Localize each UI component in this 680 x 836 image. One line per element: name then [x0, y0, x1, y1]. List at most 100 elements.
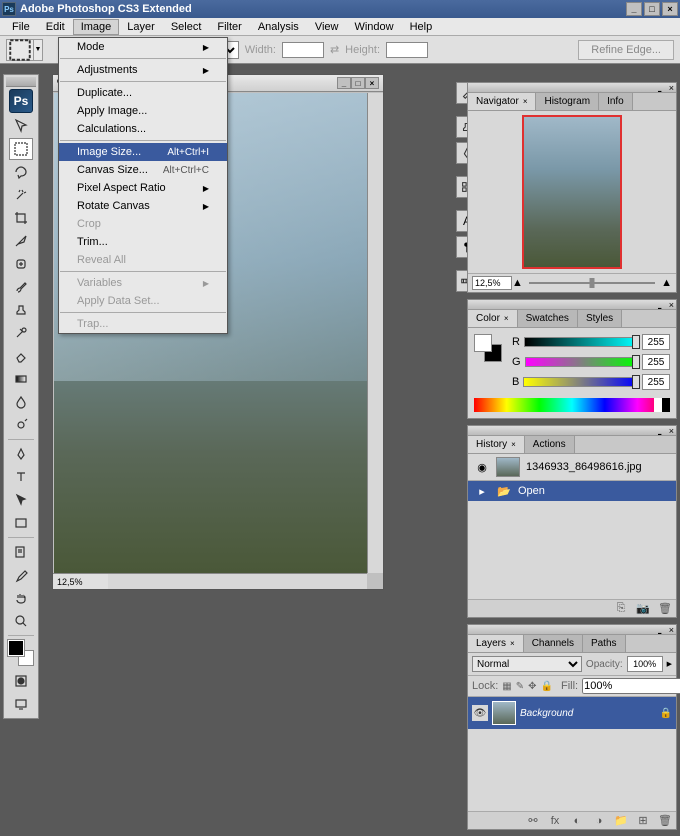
- width-input[interactable]: [282, 42, 324, 58]
- panel-close-icon[interactable]: ×: [669, 625, 674, 635]
- opacity-input[interactable]: [627, 656, 663, 672]
- layer-style-icon[interactable]: fx: [548, 814, 562, 828]
- doc-minimize-button[interactable]: _: [337, 77, 351, 89]
- tab-actions[interactable]: Actions: [525, 436, 575, 453]
- menu-layer[interactable]: Layer: [119, 19, 163, 35]
- tab-paths[interactable]: Paths: [583, 635, 626, 652]
- screenmode-tool[interactable]: [9, 693, 33, 715]
- menu-edit[interactable]: Edit: [38, 19, 73, 35]
- move-tool[interactable]: [9, 115, 33, 137]
- menu-item-calculations[interactable]: Calculations...: [59, 120, 227, 138]
- menu-item-canvas-size[interactable]: Canvas Size...Alt+Ctrl+C: [59, 161, 227, 179]
- doc-maximize-button[interactable]: □: [351, 77, 365, 89]
- r-slider[interactable]: [524, 337, 638, 347]
- zoom-out-icon[interactable]: ▲: [512, 277, 523, 289]
- panel-close-icon[interactable]: ×: [669, 83, 674, 93]
- panel-minimize-icon[interactable]: -: [657, 425, 662, 441]
- history-brush-tool[interactable]: [9, 322, 33, 344]
- tools-header[interactable]: [6, 77, 36, 87]
- blend-mode-select[interactable]: Normal: [472, 656, 582, 672]
- color-picker-swatches[interactable]: [474, 334, 502, 362]
- panel-grip[interactable]: -×: [468, 625, 676, 635]
- doc-close-button[interactable]: ×: [365, 77, 379, 89]
- panel-close-icon[interactable]: ×: [669, 300, 674, 310]
- new-group-icon[interactable]: 📁: [614, 814, 628, 828]
- hand-tool[interactable]: [9, 587, 33, 609]
- g-value[interactable]: [642, 354, 670, 370]
- foreground-color-swatch[interactable]: [8, 640, 24, 656]
- zoom-slider[interactable]: [529, 278, 655, 288]
- lasso-tool[interactable]: [9, 161, 33, 183]
- fill-input[interactable]: [582, 678, 680, 694]
- navigator-thumbnail[interactable]: [522, 115, 622, 269]
- tab-color[interactable]: Color×: [468, 310, 518, 327]
- history-step[interactable]: ▸ 📂 Open: [468, 481, 676, 501]
- zoom-tool[interactable]: [9, 610, 33, 632]
- menu-help[interactable]: Help: [402, 19, 441, 35]
- path-select-tool[interactable]: [9, 489, 33, 511]
- new-layer-icon[interactable]: ⊞: [636, 814, 650, 828]
- menu-file[interactable]: File: [4, 19, 38, 35]
- g-slider[interactable]: [525, 357, 638, 367]
- b-value[interactable]: [642, 374, 670, 390]
- link-layers-icon[interactable]: ⚯: [526, 814, 540, 828]
- delete-state-icon[interactable]: 🗑: [658, 602, 672, 616]
- adjustment-layer-icon[interactable]: ◑: [592, 814, 606, 828]
- tab-history[interactable]: History×: [468, 436, 525, 453]
- b-slider[interactable]: [523, 377, 638, 387]
- horizontal-scrollbar[interactable]: [108, 573, 367, 589]
- tool-preset-button[interactable]: [6, 39, 34, 61]
- opacity-flyout-icon[interactable]: ▶: [667, 660, 672, 668]
- menu-item-trim[interactable]: Trim...: [59, 233, 227, 251]
- menu-item-adjustments[interactable]: Adjustments▶: [59, 61, 227, 79]
- panel-grip[interactable]: -×: [468, 426, 676, 436]
- swap-wh-icon[interactable]: ⇄: [330, 43, 339, 56]
- window-maximize-button[interactable]: □: [644, 2, 660, 16]
- quickmask-tool[interactable]: [9, 670, 33, 692]
- shape-tool[interactable]: [9, 512, 33, 534]
- eyedropper-tool[interactable]: [9, 564, 33, 586]
- stamp-tool[interactable]: [9, 299, 33, 321]
- tab-swatches[interactable]: Swatches: [518, 310, 578, 327]
- blur-tool[interactable]: [9, 391, 33, 413]
- lock-all-icon[interactable]: 🔒: [541, 679, 553, 693]
- menu-item-mode[interactable]: Mode▶: [59, 38, 227, 56]
- marquee-tool[interactable]: [9, 138, 33, 160]
- menu-select[interactable]: Select: [163, 19, 210, 35]
- r-value[interactable]: [642, 334, 670, 350]
- tab-info[interactable]: Info: [599, 93, 633, 110]
- new-doc-from-state-icon[interactable]: ⎘: [614, 602, 628, 616]
- menu-item-image-size[interactable]: Image Size...Alt+Ctrl+I: [59, 143, 227, 161]
- delete-layer-icon[interactable]: 🗑: [658, 814, 672, 828]
- gradient-tool[interactable]: [9, 368, 33, 390]
- menu-analysis[interactable]: Analysis: [250, 19, 307, 35]
- panel-grip[interactable]: -×: [468, 83, 676, 93]
- history-slider-icon[interactable]: ▸: [474, 484, 490, 498]
- wand-tool[interactable]: [9, 184, 33, 206]
- panel-minimize-icon[interactable]: -: [657, 624, 662, 640]
- menu-item-rotate-canvas[interactable]: Rotate Canvas▶: [59, 197, 227, 215]
- tab-layers[interactable]: Layers×: [468, 635, 524, 652]
- panel-close-icon[interactable]: ×: [669, 426, 674, 436]
- fg-color-chip[interactable]: [474, 334, 492, 352]
- menu-window[interactable]: Window: [346, 19, 401, 35]
- notes-tool[interactable]: [9, 541, 33, 563]
- layer-mask-icon[interactable]: ◐: [570, 814, 584, 828]
- zoom-in-icon[interactable]: ▲: [661, 277, 672, 289]
- tab-histogram[interactable]: Histogram: [536, 93, 599, 110]
- panel-minimize-icon[interactable]: -: [657, 82, 662, 98]
- vertical-scrollbar[interactable]: [367, 93, 383, 573]
- layer-row[interactable]: 👁 Background 🔒: [468, 697, 676, 729]
- color-swatches[interactable]: [8, 640, 34, 666]
- tool-preset-dropdown[interactable]: ▼: [33, 39, 43, 61]
- tab-styles[interactable]: Styles: [578, 310, 622, 327]
- menu-item-apply-image[interactable]: Apply Image...: [59, 102, 227, 120]
- menu-view[interactable]: View: [307, 19, 347, 35]
- menu-item-duplicate[interactable]: Duplicate...: [59, 84, 227, 102]
- refine-edge-button[interactable]: Refine Edge...: [578, 40, 674, 60]
- lock-pixels-icon[interactable]: ✎: [516, 679, 524, 693]
- menu-item-pixel-aspect-ratio[interactable]: Pixel Aspect Ratio▶: [59, 179, 227, 197]
- brush-tool[interactable]: [9, 276, 33, 298]
- history-brush-target-icon[interactable]: ◉: [474, 460, 490, 474]
- type-tool[interactable]: [9, 466, 33, 488]
